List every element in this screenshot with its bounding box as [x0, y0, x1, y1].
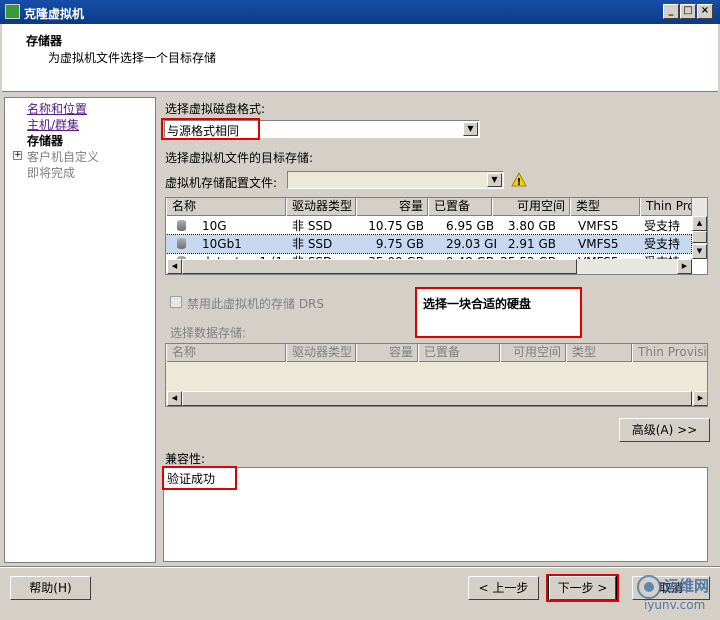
- col-free[interactable]: 可用空间: [492, 198, 570, 216]
- footer-divider: [0, 566, 720, 568]
- scroll-left-button[interactable]: ◀: [167, 391, 182, 406]
- minimize-button[interactable]: _: [663, 4, 679, 19]
- wizard-steps: 名称和位置 主机/群集 存储器 + 客户机自定义 即将完成: [4, 97, 156, 563]
- col-free: 可用空间: [500, 344, 566, 362]
- cell-type: VMFS5: [578, 219, 619, 233]
- datastore-icon: [177, 220, 186, 231]
- step-ready-to-complete: 即将完成: [27, 166, 76, 180]
- dropdown-arrow-icon[interactable]: ▼: [487, 173, 502, 187]
- title-bar: 克隆虚拟机 _ □ ×: [0, 0, 720, 24]
- datastore-icon: [177, 238, 186, 249]
- watermark: 运维网 iyunv.com: [636, 572, 718, 616]
- col-provisioned: 已置备: [418, 344, 500, 362]
- col-provisioned[interactable]: 已置备: [428, 198, 492, 216]
- cell-cap: 10.75 GB: [368, 219, 424, 233]
- watermark-logo-icon: [637, 575, 661, 599]
- page-title: 存储器: [26, 34, 63, 48]
- datastore-table: 名称 驱动器类型 容量 已置备 可用空间 类型 Thin Provi 10G 非 …: [165, 197, 708, 275]
- back-button[interactable]: < 上一步: [468, 576, 539, 600]
- svg-text:!: !: [517, 177, 522, 187]
- col-capacity: 容量: [356, 344, 418, 362]
- scroll-left-button[interactable]: ◀: [167, 259, 182, 274]
- datastore-table-disabled: 名称 驱动器类型 容量 已置备 可用空间 类型 Thin Provisio ◀ …: [165, 343, 708, 407]
- scroll-up-button[interactable]: ▲: [692, 216, 707, 231]
- advanced-button[interactable]: 高级(A) >>: [619, 418, 710, 442]
- watermark-title: 运维网: [664, 577, 710, 595]
- scroll-right-button[interactable]: ▶: [677, 259, 692, 274]
- warning-icon: !: [511, 172, 527, 187]
- step-storage: 存储器: [27, 134, 64, 148]
- watermark-url: iyunv.com: [644, 598, 706, 612]
- help-button[interactable]: 帮助(H): [10, 576, 91, 600]
- col-capacity[interactable]: 容量: [356, 198, 428, 216]
- scroll-thumb[interactable]: [182, 259, 577, 274]
- table-header: 名称 驱动器类型 容量 已置备 可用空间 类型 Thin Provisio: [166, 344, 707, 362]
- drs-label: 禁用此虚拟机的存储 DRS: [187, 297, 325, 311]
- table-header: 名称 驱动器类型 容量 已置备 可用空间 类型 Thin Provi: [166, 198, 707, 216]
- col-type: 类型: [566, 344, 632, 362]
- col-name[interactable]: 名称: [166, 198, 286, 216]
- scroll-right-button[interactable]: ▶: [693, 391, 707, 406]
- col-thin: Thin Provisio: [632, 344, 707, 362]
- profile-label: 虚拟机存储配置文件:: [165, 176, 278, 190]
- highlight-box: [161, 118, 260, 140]
- compat-box: 验证成功: [163, 467, 708, 562]
- expand-icon[interactable]: +: [13, 151, 22, 160]
- maximize-button[interactable]: □: [680, 4, 696, 19]
- highlight-box: [162, 466, 237, 490]
- cell-drive: 非 SSD: [292, 237, 333, 251]
- wizard-header: 存储器 为虚拟机文件选择一个目标存储: [2, 24, 718, 92]
- cell-type: VMFS5: [578, 237, 619, 251]
- drs-checkbox[interactable]: [170, 296, 182, 308]
- table-row[interactable]: 10G 非 SSD 10.75 GB 6.95 GB 3.80 GB VMFS5 受支持: [166, 217, 691, 235]
- window-title: 克隆虚拟机: [24, 7, 85, 21]
- scroll-down-button[interactable]: ▼: [692, 244, 707, 259]
- col-name: 名称: [166, 344, 286, 362]
- cell-free: 3.80 GB: [507, 219, 556, 233]
- horizontal-scrollbar[interactable]: ◀ ▶: [167, 391, 707, 406]
- app-icon: [5, 4, 20, 19]
- table-row[interactable]: 10Gb1 非 SSD 9.75 GB 29.03 GB 2.91 GB VMFS5 受支持: [166, 234, 692, 254]
- target-storage-label: 选择虚拟机文件的目标存储:: [165, 151, 314, 165]
- highlight-box: [415, 287, 582, 338]
- dropdown-arrow-icon[interactable]: ▼: [463, 122, 478, 136]
- cell-free: 2.91 GB: [507, 237, 556, 251]
- cell-cap: 9.75 GB: [375, 237, 424, 251]
- select-datastore-label: 选择数据存储:: [170, 326, 247, 340]
- cell-thin: 受支持: [644, 219, 681, 233]
- col-drive-type[interactable]: 驱动器类型: [286, 198, 356, 216]
- compat-label: 兼容性:: [165, 452, 206, 466]
- col-thin[interactable]: Thin Provi: [640, 198, 692, 216]
- cell-drive: 非 SSD: [292, 219, 333, 233]
- step-guest-customization: 客户机自定义: [27, 150, 100, 164]
- disk-format-label: 选择虚拟磁盘格式:: [165, 102, 266, 116]
- cell-name: 10G: [202, 219, 227, 233]
- page-subtitle: 为虚拟机文件选择一个目标存储: [48, 51, 217, 65]
- col-type[interactable]: 类型: [570, 198, 640, 216]
- step-name-location[interactable]: 名称和位置: [27, 100, 87, 117]
- close-button[interactable]: ×: [697, 4, 713, 19]
- cell-thin: 受支持: [644, 237, 681, 251]
- vertical-scrollbar[interactable]: ▲ ▼: [692, 198, 707, 259]
- cell-prov: 29.03 GB: [446, 237, 496, 251]
- horizontal-scrollbar[interactable]: ◀ ▶: [167, 259, 692, 274]
- scroll-thumb[interactable]: [692, 231, 707, 243]
- cell-prov: 6.95 GB: [446, 219, 495, 233]
- col-drive-type: 驱动器类型: [286, 344, 356, 362]
- profile-select[interactable]: ▼: [287, 171, 504, 189]
- scroll-thumb[interactable]: [182, 391, 692, 406]
- highlight-box: [546, 574, 619, 602]
- step-host-cluster[interactable]: 主机/群集: [27, 116, 79, 133]
- cell-name: 10Gb1: [202, 237, 242, 251]
